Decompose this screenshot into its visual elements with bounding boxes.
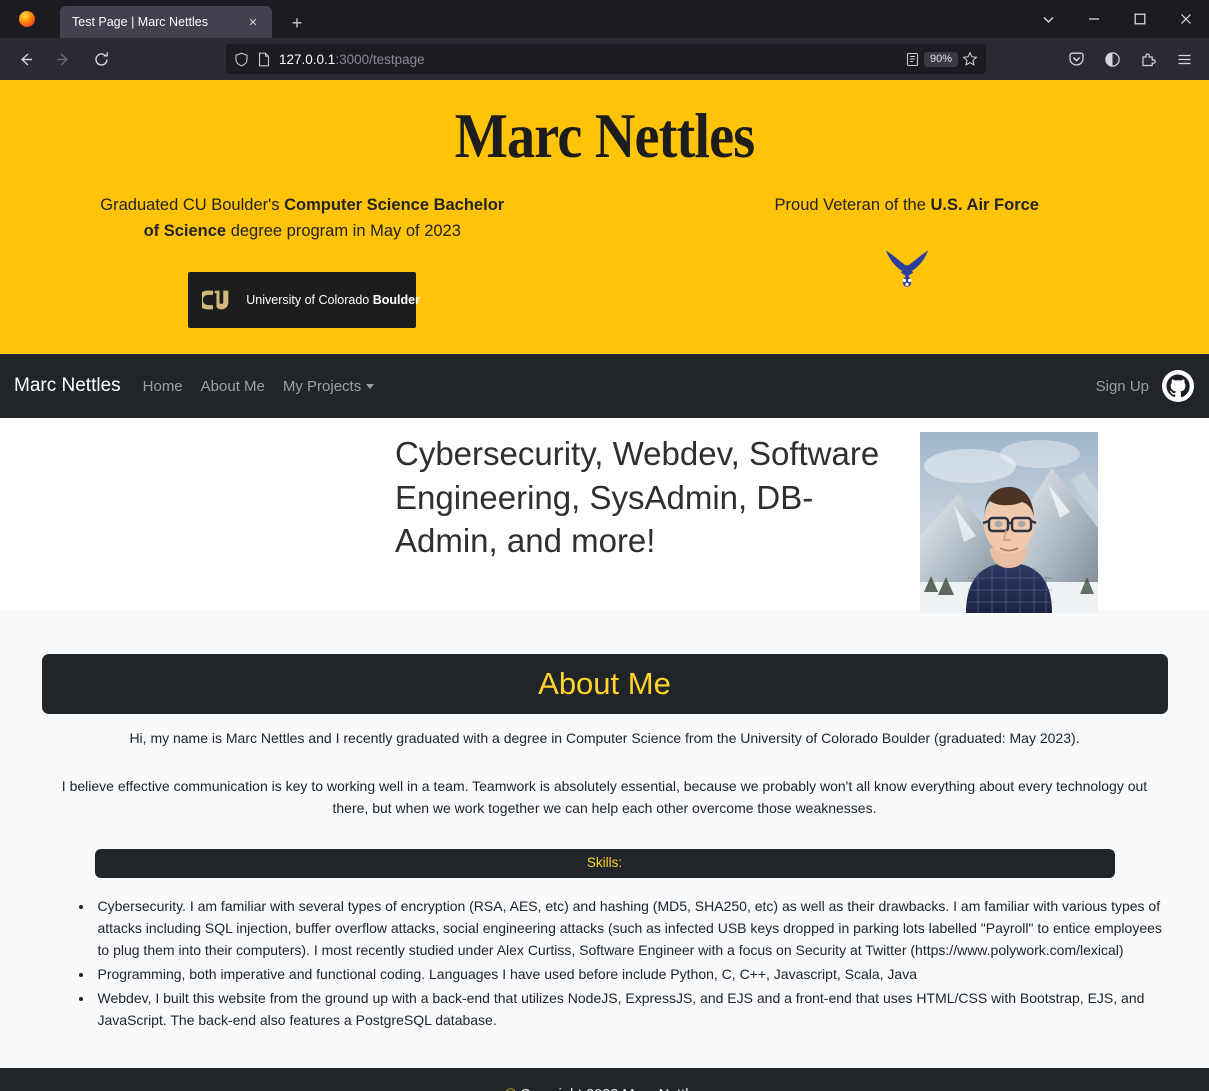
tab-list-chevron-icon[interactable] (1025, 0, 1071, 38)
forward-button[interactable] (46, 43, 80, 75)
hamburger-menu-icon[interactable] (1167, 43, 1201, 75)
copyright-label: Copyright 2023 Marc Nettles (516, 1087, 704, 1091)
list-item: Programming, both imperative and functio… (94, 964, 1168, 986)
window-controls (1025, 0, 1209, 38)
maximize-icon[interactable] (1117, 0, 1163, 38)
profile-photo (920, 432, 1098, 614)
education-text-after: degree program in May of 2023 (226, 221, 461, 240)
air-force-wings-icon (885, 250, 928, 287)
reader-view-icon[interactable] (905, 52, 920, 67)
nav-link-my-projects-label: My Projects (282, 377, 362, 395)
shield-icon[interactable] (234, 52, 249, 67)
copyright-symbol: © (505, 1087, 516, 1091)
nav-link-home[interactable]: Home (143, 378, 183, 395)
toolbar-actions (1059, 43, 1201, 75)
address-bar-actions: 90% (905, 51, 978, 67)
sign-up-link[interactable]: Sign Up (1096, 378, 1149, 395)
hero-section: Cybersecurity, Webdev, Software Engineer… (0, 418, 1209, 614)
site-navbar: Marc Nettles Home About Me My Projects S… (0, 354, 1209, 419)
url-host: 127.0.0.1 (279, 51, 336, 67)
cu-logo-text: University of Colorado Boulder (246, 293, 420, 307)
skills-list: Cybersecurity. I am familiar with severa… (94, 896, 1168, 1032)
about-paragraph-2: I believe effective communication is key… (61, 778, 1148, 816)
zoom-level-badge[interactable]: 90% (923, 51, 958, 67)
veteran-branch: U.S. Air Force (930, 196, 1039, 215)
profile-photo-image (920, 432, 1098, 614)
back-button[interactable] (8, 43, 42, 75)
veteran-text-before: Proud Veteran of the (774, 196, 931, 215)
minimize-icon[interactable] (1071, 0, 1117, 38)
copyright-text: © Copyright 2023 Marc Nettles (505, 1087, 703, 1091)
page-viewport: Marc Nettles Graduated CU Boulder's Comp… (0, 80, 1209, 1091)
header-veteran-column: Proud Veteran of the U.S. Air Force (605, 193, 1209, 328)
cu-logo-text-bold: Boulder (372, 293, 420, 308)
extensions-icon[interactable] (1131, 43, 1165, 75)
firefox-logo-icon (8, 0, 46, 38)
page-footer: © Copyright 2023 Marc Nettles (0, 1068, 1209, 1091)
about-container: About Me Hi, my name is Marc Nettles and… (41, 654, 1168, 1032)
air-force-logo-row (625, 247, 1190, 291)
browser-chrome: Test Page | Marc Nettles × + 127.0.0.1:3… (0, 0, 1209, 80)
reload-button[interactable] (84, 43, 118, 75)
tab-title: Test Page | Marc Nettles (72, 15, 208, 29)
page-icon (257, 52, 271, 67)
close-icon[interactable] (1163, 0, 1209, 38)
education-text: Graduated CU Boulder's Computer Science … (92, 193, 512, 244)
new-tab-button[interactable]: + (286, 12, 308, 34)
browser-toolbar: 127.0.0.1:3000/testpage 90% (0, 38, 1209, 80)
github-icon[interactable] (1161, 369, 1195, 403)
education-text-before: Graduated CU Boulder's (100, 196, 285, 215)
url-text[interactable]: 127.0.0.1:3000/testpage (279, 52, 897, 67)
about-heading-banner: About Me (41, 654, 1168, 715)
header-education-column: Graduated CU Boulder's Computer Science … (0, 193, 605, 329)
bookmark-star-icon[interactable] (962, 51, 978, 67)
nav-link-about-me-label: About Me (200, 377, 265, 395)
cu-monogram-icon (202, 290, 229, 310)
navbar-right: Sign Up (1096, 369, 1195, 403)
about-paragraph-1: Hi, my name is Marc Nettles and I recent… (129, 730, 1080, 747)
cu-logo-text-light: University of Colorado (246, 293, 373, 308)
header-columns: Graduated CU Boulder's Computer Science … (0, 193, 1209, 329)
nav-link-about-me[interactable]: About Me (201, 378, 265, 395)
list-item: Cybersecurity. I am familiar with severa… (94, 896, 1168, 962)
veteran-text: Proud Veteran of the U.S. Air Force (697, 193, 1117, 219)
skills-heading-banner: Skills: (94, 849, 1115, 879)
pocket-icon[interactable] (1059, 43, 1093, 75)
address-bar[interactable]: 127.0.0.1:3000/testpage 90% (226, 44, 986, 74)
page-header-banner: Marc Nettles Graduated CU Boulder's Comp… (0, 80, 1209, 355)
page-title: Marc Nettles (454, 100, 755, 171)
list-item: Webdev, I built this website from the gr… (94, 988, 1168, 1032)
nav-link-home-label: Home (142, 377, 183, 395)
cu-logo-row: University of Colorado Boulder (20, 272, 585, 329)
tab-strip: Test Page | Marc Nettles × + (0, 0, 1209, 38)
browser-window: Test Page | Marc Nettles × + 127.0.0.1:3… (0, 0, 1209, 1091)
about-section: About Me Hi, my name is Marc Nettles and… (0, 610, 1209, 1069)
navbar-brand[interactable]: Marc Nettles (14, 375, 121, 397)
browser-tab[interactable]: Test Page | Marc Nettles × (60, 6, 272, 38)
account-icon[interactable] (1095, 43, 1129, 75)
navbar-links: Home About Me My Projects (143, 378, 375, 395)
chevron-down-icon (366, 383, 375, 389)
nav-link-my-projects[interactable]: My Projects (282, 377, 375, 395)
tab-close-icon[interactable]: × (242, 11, 264, 33)
cu-boulder-logo: University of Colorado Boulder (188, 272, 420, 329)
url-path: :3000/testpage (335, 51, 425, 67)
hero-headline: Cybersecurity, Webdev, Software Engineer… (395, 435, 880, 560)
